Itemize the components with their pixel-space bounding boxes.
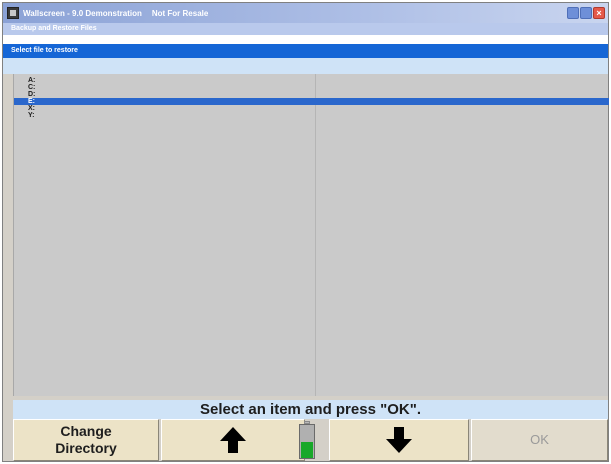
arrow-up-icon (220, 427, 246, 453)
window-title: Wallscreen - 9.0 Demonstration Not For Re… (23, 9, 208, 18)
change-directory-button[interactable]: Change Directory (13, 419, 159, 461)
arrow-down-icon (386, 427, 412, 453)
drive-item[interactable]: A: (14, 77, 609, 84)
minimize-icon[interactable] (567, 7, 579, 19)
title-bar[interactable]: Wallscreen - 9.0 Demonstration Not For Re… (3, 3, 608, 23)
drive-item[interactable]: X: (14, 105, 609, 112)
menu-strip: Backup and Restore Files (3, 23, 608, 35)
dialog-header: Select file to restore (3, 44, 608, 58)
list-header-bar (3, 58, 608, 74)
app-icon (7, 7, 19, 19)
app-window: Wallscreen - 9.0 Demonstration Not For Re… (2, 2, 609, 462)
prompt-text: Select an item and press "OK". (200, 401, 421, 418)
window-controls: × (567, 7, 605, 19)
menu-label: Backup and Restore Files (11, 25, 97, 32)
drive-item[interactable]: D: (14, 91, 609, 98)
drive-item[interactable]: E: (14, 98, 609, 105)
prompt-bar: Select an item and press "OK". (13, 400, 608, 419)
window-title-extra: Not For Resale (151, 9, 209, 18)
dialog-header-text: Select file to restore (11, 47, 78, 54)
move-up-button[interactable] (161, 419, 305, 461)
drive-list: A: C: D: E: X: Y: (14, 77, 609, 119)
battery-icon (296, 419, 318, 461)
close-icon[interactable]: × (593, 7, 605, 19)
drive-item[interactable]: Y: (14, 112, 609, 119)
window-title-text: Wallscreen - 9.0 Demonstration (23, 9, 142, 18)
battery-body (299, 424, 315, 459)
column-divider (315, 74, 316, 396)
ok-button[interactable]: OK (471, 419, 608, 461)
maximize-icon[interactable] (580, 7, 592, 19)
spacer (3, 35, 608, 44)
drive-item[interactable]: C: (14, 84, 609, 91)
move-down-button[interactable] (329, 419, 469, 461)
file-list-panel[interactable]: A: C: D: E: X: Y: (13, 74, 609, 396)
change-directory-label-line1: Change (60, 423, 112, 439)
ok-label: OK (530, 432, 549, 447)
battery-level (301, 441, 313, 458)
change-directory-label-line2: Directory (55, 440, 117, 456)
